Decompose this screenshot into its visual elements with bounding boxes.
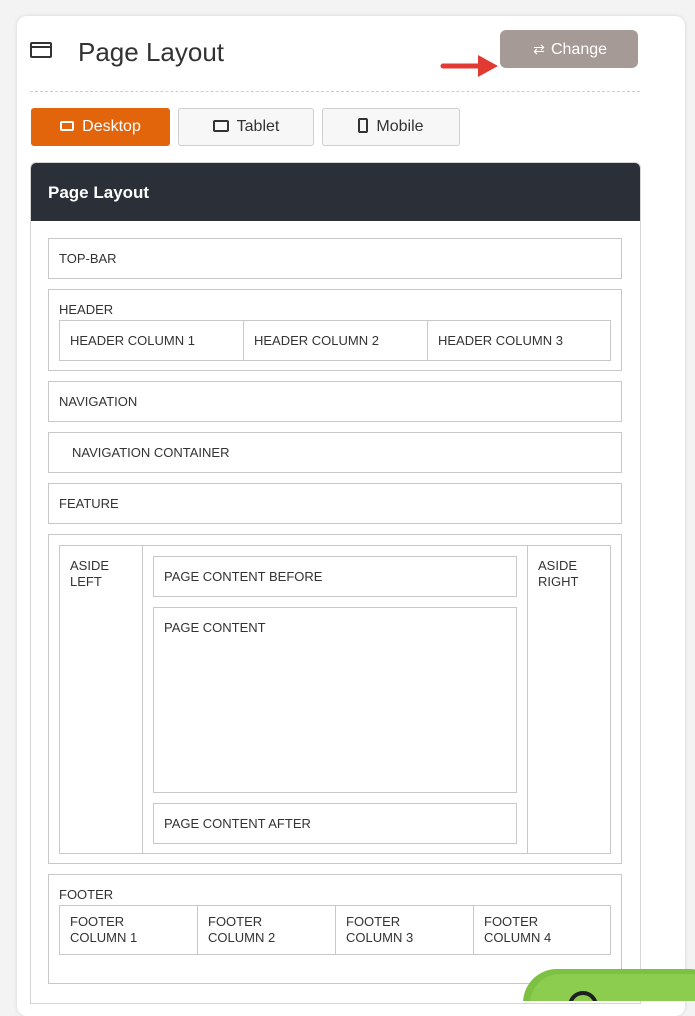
region-label: HEADER COLUMN 2 [254,333,379,348]
region-header-column-3[interactable]: HEADER COLUMN 3 [428,321,610,360]
region-label: NAVIGATION [59,394,138,409]
region-top-bar[interactable]: TOP-BAR [48,238,622,279]
region-label: ASIDE LEFT [70,558,110,589]
region-page-content-after[interactable]: PAGE CONTENT AFTER [153,803,517,844]
region-header-column-1[interactable]: HEADER COLUMN 1 [60,321,244,360]
region-label: HEADER COLUMN 3 [438,333,563,348]
region-label: FOOTER [59,887,114,902]
panel-title: Page Layout [31,163,640,221]
region-page-content-before[interactable]: PAGE CONTENT BEFORE [153,556,517,597]
region-label: HEADER COLUMN 1 [70,333,195,348]
region-header-column-2[interactable]: HEADER COLUMN 2 [244,321,428,360]
tab-desktop-label: Desktop [82,118,141,135]
region-footer-column-1[interactable]: FOOTER COLUMN 1 [60,906,198,954]
tab-tablet[interactable]: Tablet [178,108,314,146]
region-aside-left[interactable]: ASIDE LEFT [59,545,143,854]
region-navigation-container[interactable]: NAVIGATION CONTAINER [48,432,622,473]
region-page-content[interactable]: PAGE CONTENT [153,607,517,793]
region-footer-column-3[interactable]: FOOTER COLUMN 3 [336,906,474,954]
title-divider [30,91,640,92]
region-label: PAGE CONTENT BEFORE [164,569,323,584]
region-label: TOP-BAR [59,251,117,266]
change-button[interactable]: ⇄ Change [500,30,638,68]
change-icon: ⇄ [533,41,545,57]
region-label: HEADER [59,302,114,317]
change-button-label: Change [550,41,608,58]
region-label: FOOTER COLUMN 1 [70,914,138,945]
region-label: FOOTER COLUMN 4 [484,914,552,945]
desktop-icon [60,120,75,131]
region-main: ASIDE LEFT PAGE CONTENT BEFORE PAGE CONT… [48,534,622,864]
region-label: FEATURE [59,496,119,511]
page-title: Page Layout [78,37,225,67]
region-label: FOOTER COLUMN 2 [208,914,276,945]
region-label: NAVIGATION CONTAINER [72,445,230,460]
region-feature[interactable]: FEATURE [48,483,622,524]
window-icon [30,42,52,58]
help-bubble-button[interactable] [520,966,695,1001]
content-column: PAGE CONTENT BEFORE PAGE CONTENT PAGE CO… [142,545,528,854]
tablet-icon [212,119,229,132]
region-label: ASIDE RIGHT [538,558,579,589]
region-label: PAGE CONTENT AFTER [164,816,311,831]
tab-tablet-label: Tablet [236,118,280,135]
region-label: FOOTER COLUMN 3 [346,914,414,945]
region-navigation[interactable]: NAVIGATION [48,381,622,422]
region-aside-right[interactable]: ASIDE RIGHT [527,545,611,854]
mobile-icon [358,118,369,134]
region-footer-column-2[interactable]: FOOTER COLUMN 2 [198,906,336,954]
tab-desktop[interactable]: Desktop [31,108,170,146]
tab-mobile[interactable]: Mobile [322,108,460,146]
header-columns: HEADER COLUMN 1 HEADER COLUMN 2 HEADER C… [59,320,611,361]
region-footer-column-4[interactable]: FOOTER COLUMN 4 [474,906,610,954]
region-label: PAGE CONTENT [164,620,266,635]
region-header[interactable]: HEADER HEADER COLUMN 1 HEADER COLUMN 2 H… [48,289,622,371]
footer-columns: FOOTER COLUMN 1 FOOTER COLUMN 2 FOOTER C… [59,905,611,955]
layout-panel: Page Layout TOP-BAR HEADER HEADER COLUMN… [30,162,641,1004]
arrow-right-icon [440,55,498,77]
tab-mobile-label: Mobile [376,118,424,135]
